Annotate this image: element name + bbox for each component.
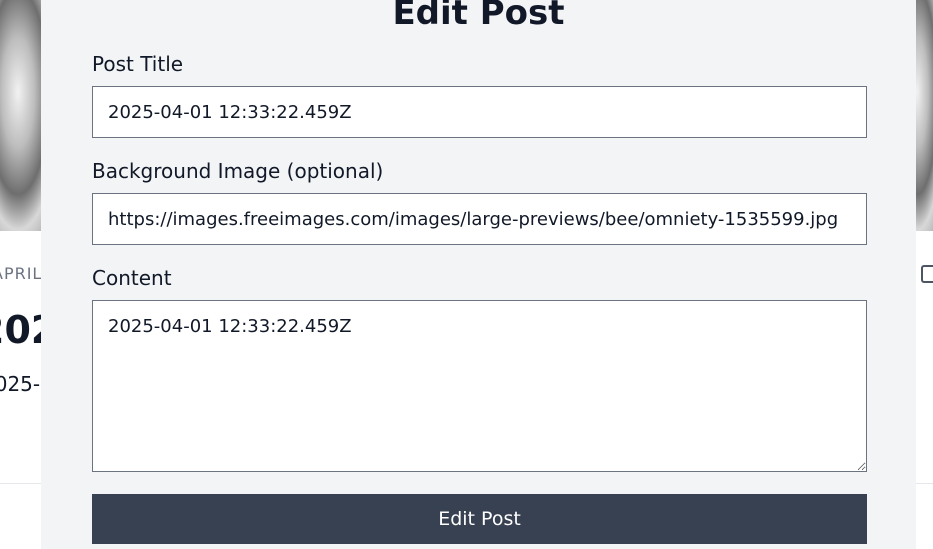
- background-image-input[interactable]: [92, 193, 867, 245]
- edit-post-button[interactable]: Edit Post: [92, 494, 867, 544]
- post-title-label: Post Title: [92, 52, 184, 76]
- modal-title: Edit Post: [392, 0, 565, 33]
- post-title-input[interactable]: [92, 86, 867, 138]
- content-label: Content: [92, 266, 172, 290]
- content-textarea[interactable]: 2025-04-01 12:33:22.459Z: [92, 300, 867, 472]
- edit-icon[interactable]: [921, 265, 933, 283]
- background-image-label: Background Image (optional): [92, 159, 384, 183]
- page: APRIL 1ST 2025 2025-04 Edit Post Post Ti…: [0, 0, 933, 549]
- edit-post-modal: Edit Post Post Title Background Image (o…: [41, 0, 916, 549]
